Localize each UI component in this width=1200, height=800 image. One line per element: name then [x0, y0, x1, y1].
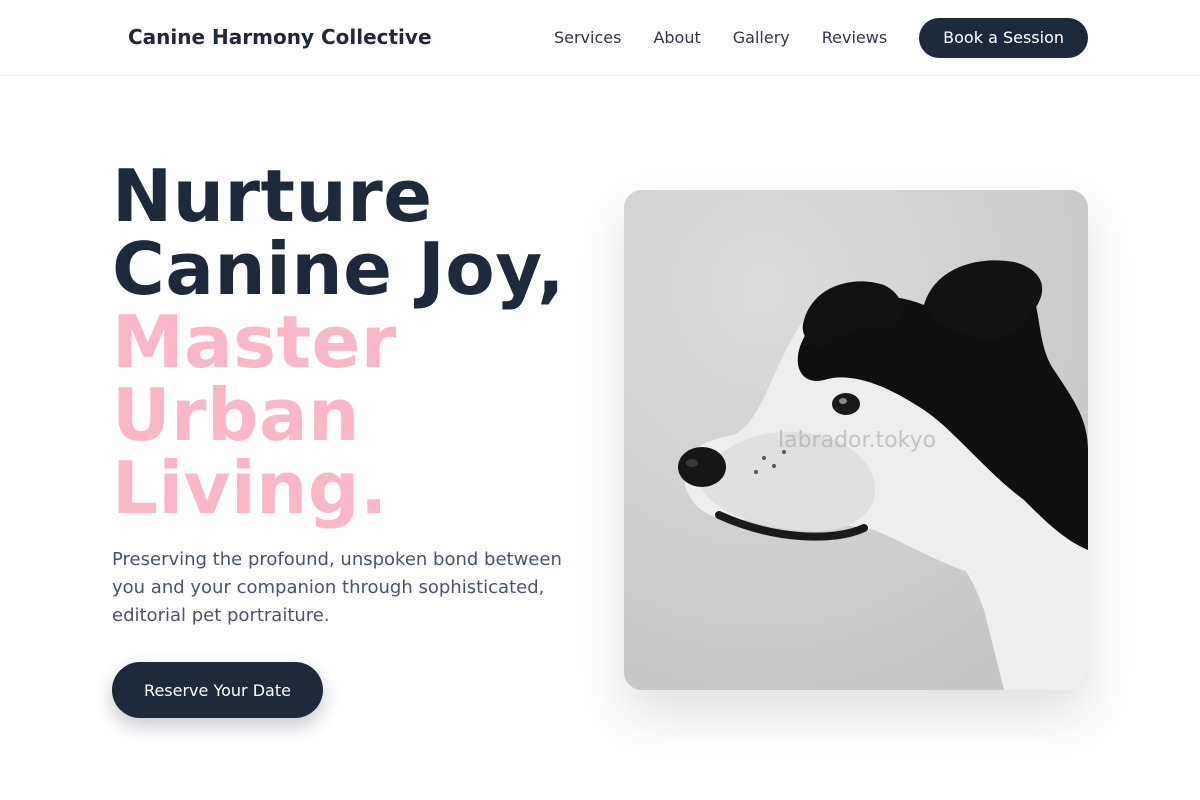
hero-title-accent-line: Master — [112, 300, 397, 384]
hero-title-line: Nurture — [112, 154, 433, 238]
brand-logo[interactable]: Canine Harmony Collective — [128, 25, 432, 49]
nav-link-about[interactable]: About — [653, 18, 700, 58]
book-session-button[interactable]: Book a Session — [919, 18, 1088, 58]
hero-subtitle: Preserving the profound, unspoken bond b… — [112, 549, 562, 626]
hero-title-accent-line: Urban — [112, 373, 360, 457]
hero-title: Nurture Canine Joy, Master Urban Living. — [112, 160, 565, 525]
reserve-date-button[interactable]: Reserve Your Date — [112, 662, 323, 718]
dog-portrait-image: labrador.tokyo — [624, 190, 1088, 690]
nav-link-services[interactable]: Services — [554, 18, 621, 58]
site-header: Canine Harmony Collective Services About… — [0, 0, 1200, 76]
image-watermark: labrador.tokyo — [778, 428, 937, 453]
nav-link-reviews[interactable]: Reviews — [822, 18, 887, 58]
nav-link-gallery[interactable]: Gallery — [733, 18, 790, 58]
hero-title-accent-line: Living. — [112, 446, 388, 530]
main-nav: Services About Gallery Reviews Book a Se… — [554, 18, 1088, 58]
hero-title-line: Canine Joy, — [112, 227, 565, 311]
